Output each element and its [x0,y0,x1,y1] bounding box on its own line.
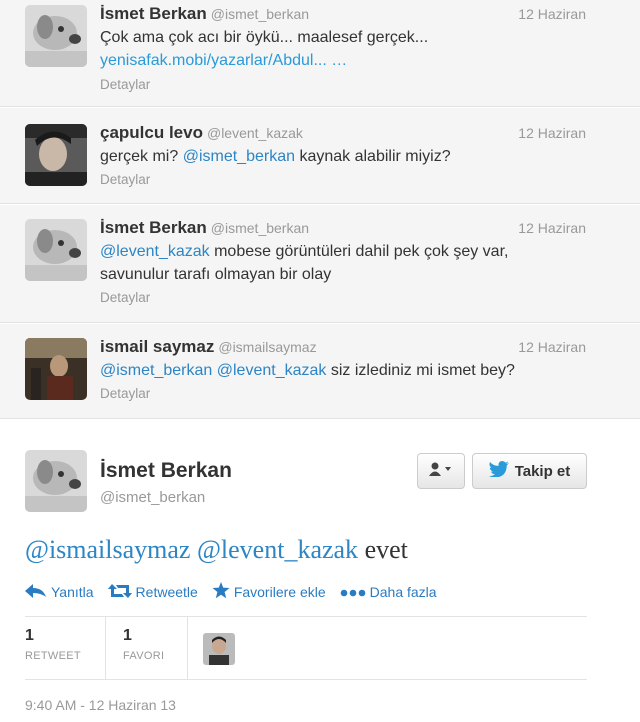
ellipsis-icon [340,584,366,600]
follow-button[interactable]: Takip et [472,453,587,489]
main-tweet: İsmet Berkan @ismet_berkan Takip et @ism… [0,419,640,722]
reply-text-line: Çok ama çok acı bir öykü... maalesef ger… [100,29,429,46]
avatar-ismet-berkan[interactable] [25,5,87,67]
avatar-ismet-berkan[interactable] [25,450,87,512]
reply-tweet-2: çapulcu levo @levent_kazak 12 Haziran ger… [0,108,640,204]
reply-author[interactable]: ismail saymaz @ismailsaymaz [100,337,317,357]
more-action[interactable]: Daha fazla [340,582,437,602]
retweet-label: RETWEET [25,650,81,662]
reply-link[interactable]: yenisafak.mobi/yazarlar/Abdul... … [100,49,580,72]
reply-time[interactable]: 12 Haziran [518,6,586,22]
user-actions-button[interactable] [417,453,465,489]
retweet-action[interactable]: Retweetle [107,582,198,602]
favorite-stat[interactable]: 1 FAVORI [123,627,164,662]
reply-handle[interactable]: @ismet_berkan [211,220,309,236]
mention-link[interactable]: @levent_kazak [197,535,358,564]
reply-tweet-1: İsmet Berkan @ismet_berkan 12 Haziran Çok… [0,0,640,107]
reply-handle[interactable]: @levent_kazak [207,125,303,141]
author-handle[interactable]: @ismet_berkan [100,489,205,506]
reply-text: @ismet_berkan @levent_kazak siz izledini… [100,362,515,379]
reply-handle[interactable]: @ismailsaymaz [218,339,316,355]
reply-action[interactable]: Yanıtla [25,582,94,602]
twitter-bird-icon [488,461,509,481]
author-name[interactable]: İsmet Berkan [100,459,232,483]
avatar-ismail-saymaz[interactable] [25,338,87,400]
reply-time[interactable]: 12 Haziran [518,220,586,236]
stat-divider [105,617,106,680]
reply-author[interactable]: çapulcu levo @levent_kazak [100,123,303,143]
retweet-count: 1 [25,627,34,644]
tweet-actions: Yanıtla Retweetle Favorilere ekle Daha f… [25,582,437,602]
reply-tweet-3: İsmet Berkan @ismet_berkan 12 Haziran @le… [0,205,640,323]
reply-text-line: savunulur tarafı olmayan bir olay [100,266,332,283]
reply-time[interactable]: 12 Haziran [518,339,586,355]
reply-tweet-4: ismail saymaz @ismailsaymaz 12 Haziran @i… [0,324,640,419]
reply-text: Çok ama çok acı bir öykü... maalesef ger… [100,26,580,72]
mention-link[interactable]: @levent_kazak [217,362,327,379]
mention-link[interactable]: @ismet_berkan [100,362,212,379]
details-link[interactable]: Detaylar [100,290,150,305]
details-link[interactable]: Detaylar [100,172,150,187]
star-icon [212,582,230,602]
reply-author[interactable]: İsmet Berkan @ismet_berkan [100,218,309,238]
favorite-count: 1 [123,627,132,644]
mention-link[interactable]: @levent_kazak [100,243,210,260]
tweet-text: @ismailsaymaz @levent_kazak evet [25,535,408,564]
retweet-stat[interactable]: 1 RETWEET [25,627,81,662]
user-dropdown-icon [429,462,453,480]
reply-author[interactable]: İsmet Berkan @ismet_berkan [100,4,309,24]
favorite-label: FAVORI [123,650,165,662]
stat-divider [187,617,188,680]
favoriter-avatar[interactable] [203,633,235,665]
mention-link[interactable]: @ismet_berkan [183,148,295,165]
mention-link[interactable]: @ismailsaymaz [25,535,190,564]
avatar-ismet-berkan[interactable] [25,219,87,281]
reply-time[interactable]: 12 Haziran [518,125,586,141]
retweet-icon [107,583,132,601]
follow-label: Takip et [514,462,571,480]
reply-arrow-icon [25,583,47,601]
tweet-timestamp[interactable]: 9:40 AM - 12 Haziran 13 [25,697,176,713]
avatar-capulcu-levo[interactable] [25,124,87,186]
details-link[interactable]: Detaylar [100,386,150,401]
reply-handle[interactable]: @ismet_berkan [211,6,309,22]
details-link[interactable]: Detaylar [100,77,150,92]
reply-text: @levent_kazak mobese görüntüleri dahil p… [100,240,580,286]
reply-text: gerçek mi? @ismet_berkan kaynak alabilir… [100,148,451,165]
tweet-stats: 1 RETWEET 1 FAVORI [25,616,587,680]
favorite-action[interactable]: Favorilere ekle [212,582,326,602]
